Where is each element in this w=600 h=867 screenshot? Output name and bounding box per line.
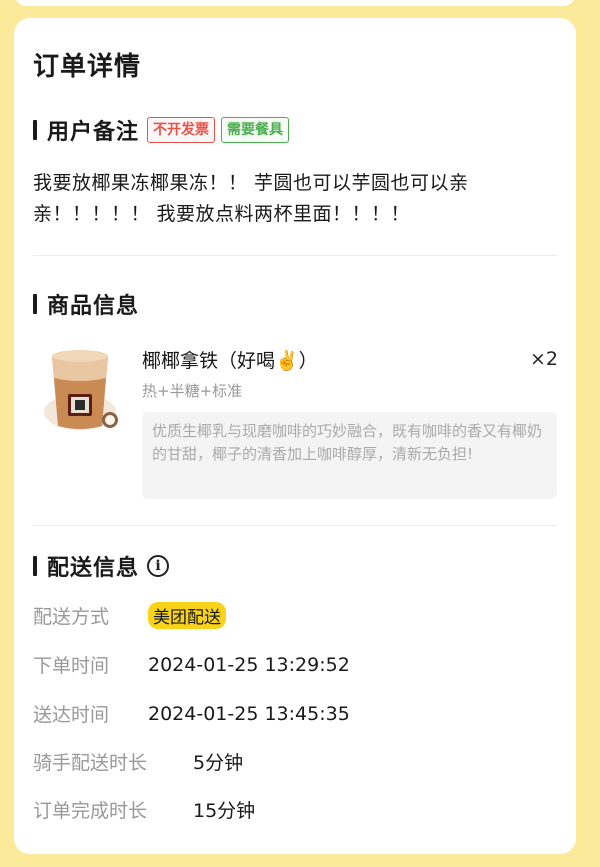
delivery-row-rider-duration: 骑手配送时长 5分钟 — [33, 748, 243, 775]
page-title: 订单详情 — [33, 52, 142, 82]
arrival-time-value: 2024-01-25 13:45:35 — [148, 702, 350, 725]
product-quantity: ×2 — [530, 348, 559, 370]
no-invoice-tag: 不开发票 — [147, 117, 216, 143]
section-marker — [33, 556, 37, 576]
divider — [33, 255, 557, 256]
need-utensils-tag: 需要餐具 — [221, 117, 290, 143]
product-info-header: 商品信息 — [33, 288, 139, 320]
order-time-label: 下单时间 — [33, 655, 110, 677]
user-note-text: 我要放椰果冻椰果冻！！ 芋圆也可以芋圆也可以亲亲！！！！！ 我要放点料两杯里面！… — [33, 172, 469, 225]
order-detail-card: 订单详情 用户备注 不开发票 需要餐具 我要放椰果冻椰果冻！！ 芋圆也可以芋圆也… — [14, 18, 576, 854]
coconut-latte-cup-image — [40, 340, 120, 436]
delivery-row-method: 配送方式 美团配送 — [33, 602, 226, 629]
delivery-info-title: 配送信息 — [47, 556, 140, 581]
user-note-header: 用户备注 不开发票 需要餐具 — [33, 114, 290, 146]
rider-duration-value: 5分钟 — [193, 752, 244, 774]
info-icon[interactable]: i — [147, 555, 170, 577]
product-description: 优质生椰乳与现磨咖啡的巧妙融合，既有咖啡的香又有椰奶的甘甜，椰子的清香加上咖啡醇… — [142, 412, 557, 499]
delivery-row-order-time: 下单时间 2024-01-25 13:29:52 — [33, 651, 350, 678]
rider-duration-label: 骑手配送时长 — [33, 752, 148, 774]
section-marker — [33, 120, 37, 140]
user-note-title: 用户备注 — [47, 120, 140, 145]
divider — [33, 525, 557, 526]
delivery-row-completion-duration: 订单完成时长 15分钟 — [33, 796, 255, 823]
section-marker — [33, 294, 37, 314]
delivery-info-header: 配送信息 i — [33, 550, 170, 582]
completion-duration-value: 15分钟 — [193, 800, 256, 822]
delivery-method-badge: 美团配送 — [148, 602, 226, 629]
completion-duration-label: 订单完成时长 — [33, 800, 148, 822]
delivery-method-label: 配送方式 — [33, 606, 110, 628]
product-info-title: 商品信息 — [47, 294, 140, 319]
product-spec: 热+半糖+标准 — [142, 382, 243, 400]
product-name: 椰椰拿铁（好喝✌️） — [142, 350, 318, 372]
previous-card — [14, 0, 576, 6]
order-time-value: 2024-01-25 13:29:52 — [148, 653, 350, 676]
delivery-row-arrival-time: 送达时间 2024-01-25 13:45:35 — [33, 700, 350, 727]
arrival-time-label: 送达时间 — [33, 704, 110, 726]
